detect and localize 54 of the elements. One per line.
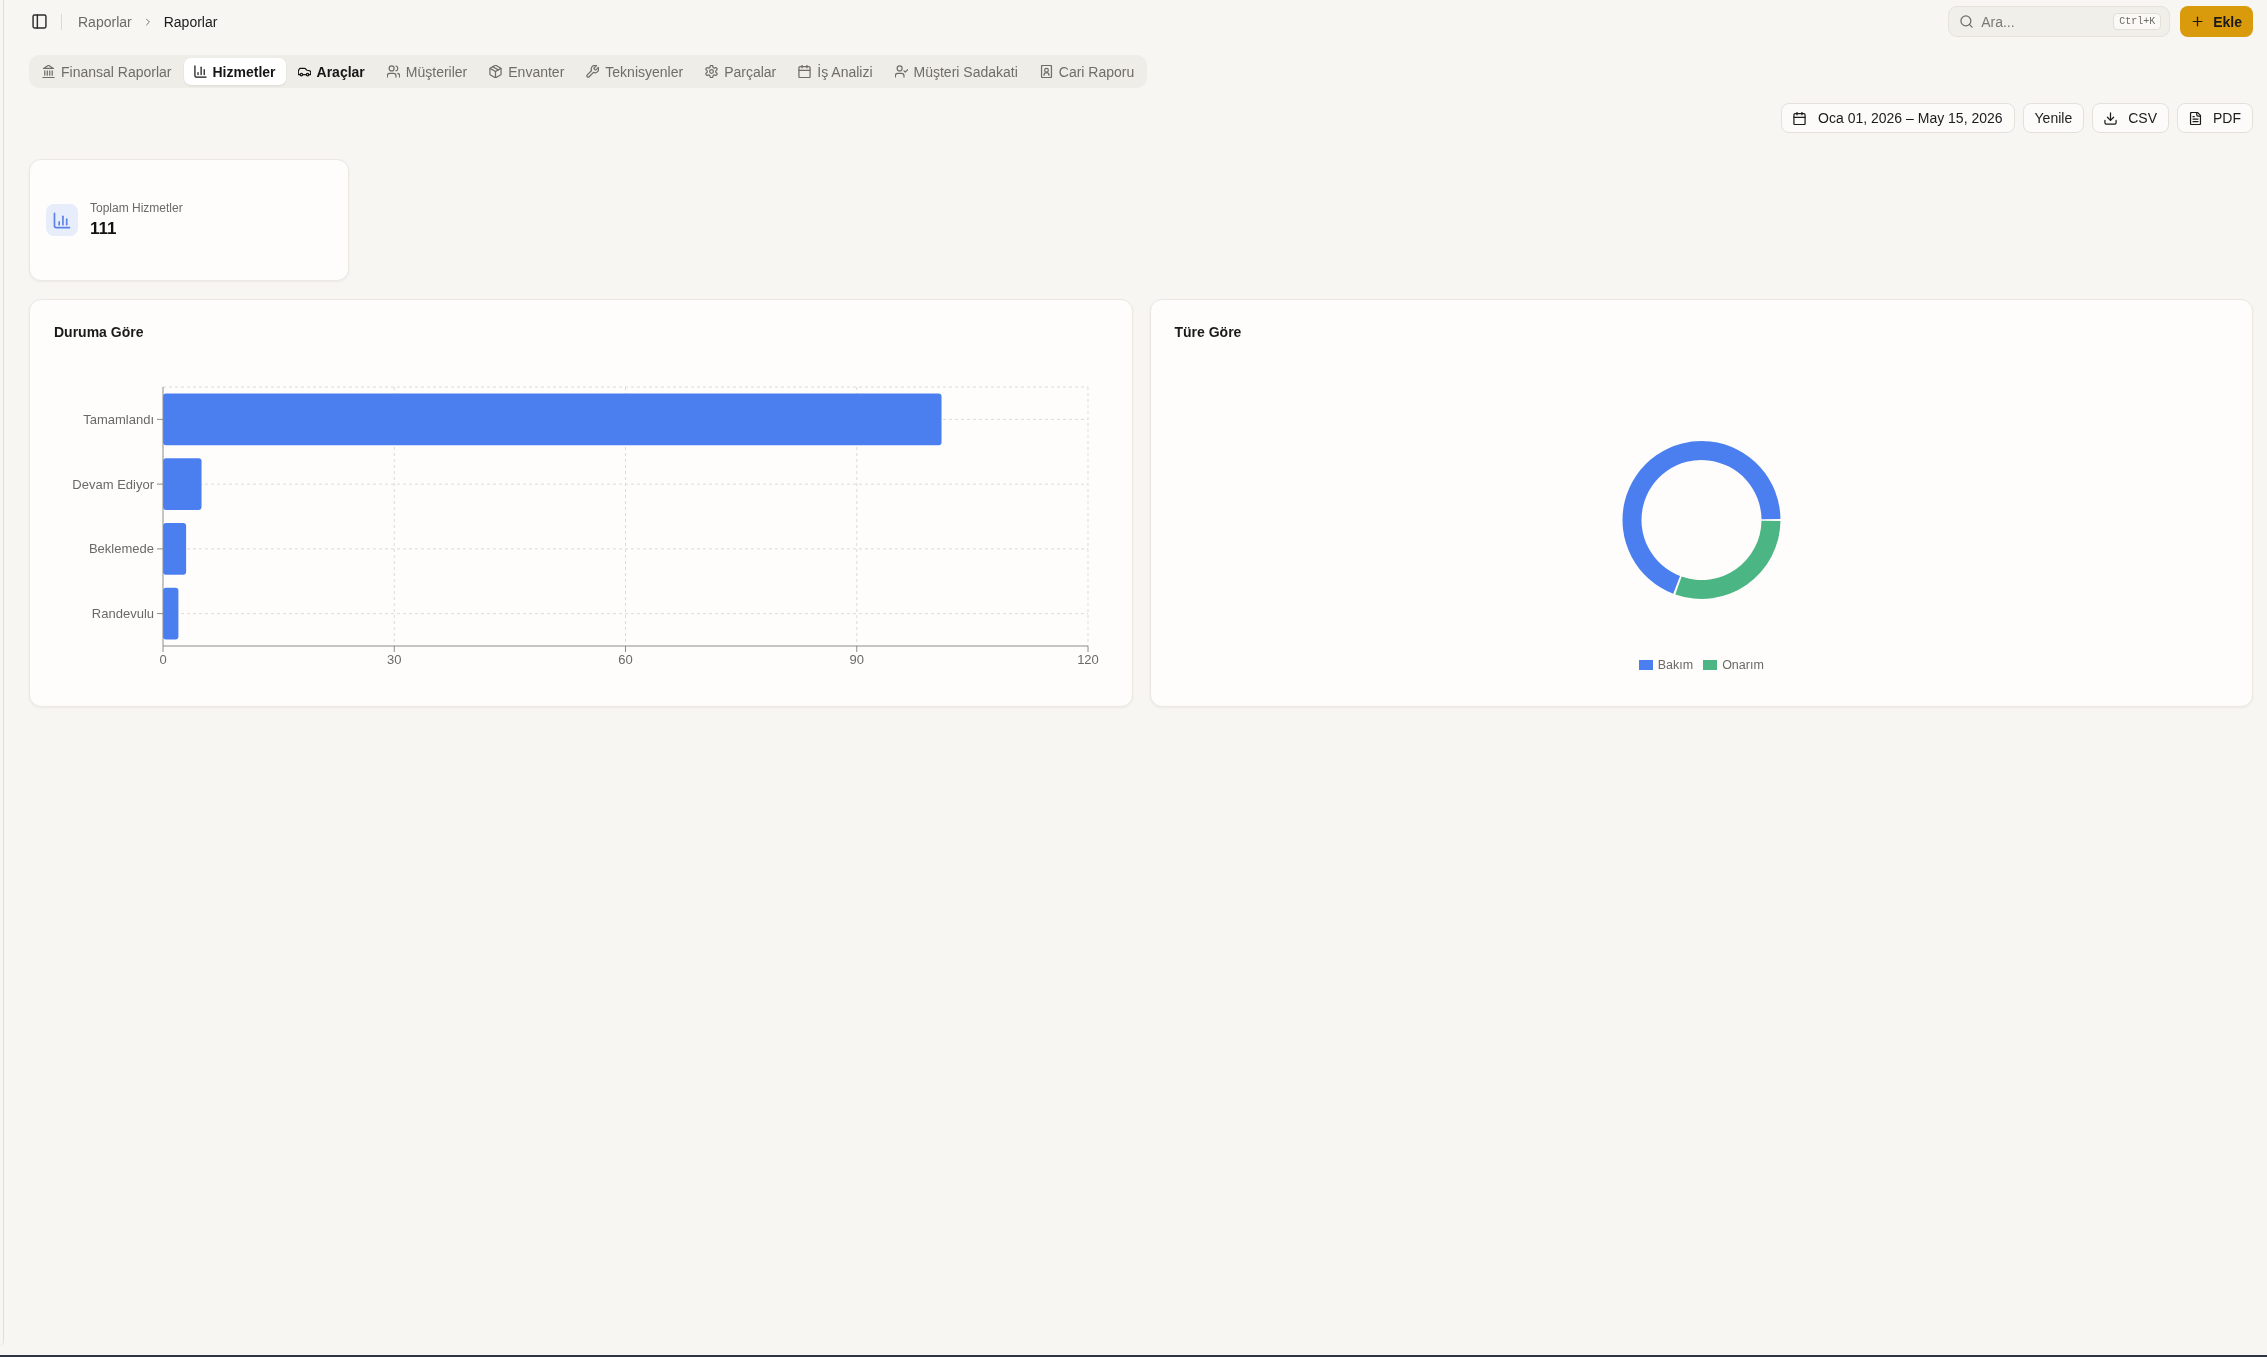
- box-icon: [489, 65, 503, 78]
- user-check-icon: [894, 65, 908, 78]
- tick-label: 120: [1077, 652, 1100, 667]
- tick-label: 0: [159, 652, 167, 667]
- tick-label: 90: [849, 652, 865, 667]
- shortcut-hint: Ctrl+K: [2113, 13, 2162, 30]
- refresh-button[interactable]: Yenile: [2022, 103, 2085, 133]
- search-icon: [1960, 15, 1974, 28]
- tab[interactable]: Hizmetler: [183, 58, 286, 85]
- wrench-icon: [586, 65, 600, 78]
- stat-label: Toplam Hizmetler: [90, 201, 183, 215]
- tab[interactable]: Teknisyenler: [576, 58, 694, 85]
- tab[interactable]: Araçlar: [287, 58, 375, 85]
- tick-label: 30: [387, 652, 402, 667]
- category-label: Beklemede: [89, 541, 155, 557]
- breadcrumb-link[interactable]: Raporlar: [78, 13, 132, 30]
- calendar-icon: [798, 65, 812, 78]
- chart-title: Duruma Göre: [54, 324, 144, 340]
- pdf-export-button[interactable]: PDF: [2177, 103, 2253, 133]
- gear-icon: [705, 65, 719, 78]
- download-icon: [2104, 111, 2118, 125]
- plus-icon: [2191, 15, 2205, 28]
- calendar-icon: [1793, 111, 1807, 125]
- date-range-button[interactable]: Oca 01, 2026 – May 15, 2026: [1781, 103, 2015, 133]
- stat-value: 111: [90, 219, 118, 239]
- tab[interactable]: Müşteriler: [376, 58, 478, 85]
- category-label: Devam Ediyor: [72, 476, 155, 492]
- contact-card-icon: [1039, 65, 1053, 78]
- category-label: Randevulu: [92, 606, 155, 622]
- bank-icon: [42, 65, 55, 78]
- sidebar-toggle-icon[interactable]: [32, 14, 47, 29]
- legend-label: Bakım: [1657, 658, 1694, 672]
- car-icon: [297, 65, 311, 78]
- add-button[interactable]: Ekle: [2180, 6, 2253, 37]
- bar: [163, 458, 202, 511]
- breadcrumb-current: Raporlar: [163, 13, 218, 30]
- tab[interactable]: Müşteri Sadakati: [884, 58, 1028, 85]
- tab[interactable]: Parçalar: [695, 58, 787, 85]
- csv-export-button[interactable]: CSV: [2092, 103, 2169, 133]
- tick-label: 60: [618, 652, 633, 667]
- tab[interactable]: Envanter: [479, 58, 575, 85]
- tab[interactable]: İş Analizi: [788, 58, 883, 85]
- bar-chart-icon: [46, 204, 78, 236]
- users-icon: [386, 65, 400, 78]
- category-label: Tamamlandı: [83, 411, 155, 427]
- bar-chart-icon: [193, 65, 207, 78]
- search-field[interactable]: Ara... Ctrl+K: [1948, 6, 2171, 37]
- tab[interactable]: Cari Raporu: [1029, 58, 1145, 85]
- document-icon: [2189, 111, 2202, 125]
- chart-title: Türe Göre: [1174, 324, 1242, 340]
- bar: [163, 523, 187, 575]
- search-input[interactable]: Ara...: [1981, 13, 2106, 30]
- tab[interactable]: Finansal Raporlar: [32, 58, 182, 85]
- legend-label: Onarım: [1722, 658, 1764, 672]
